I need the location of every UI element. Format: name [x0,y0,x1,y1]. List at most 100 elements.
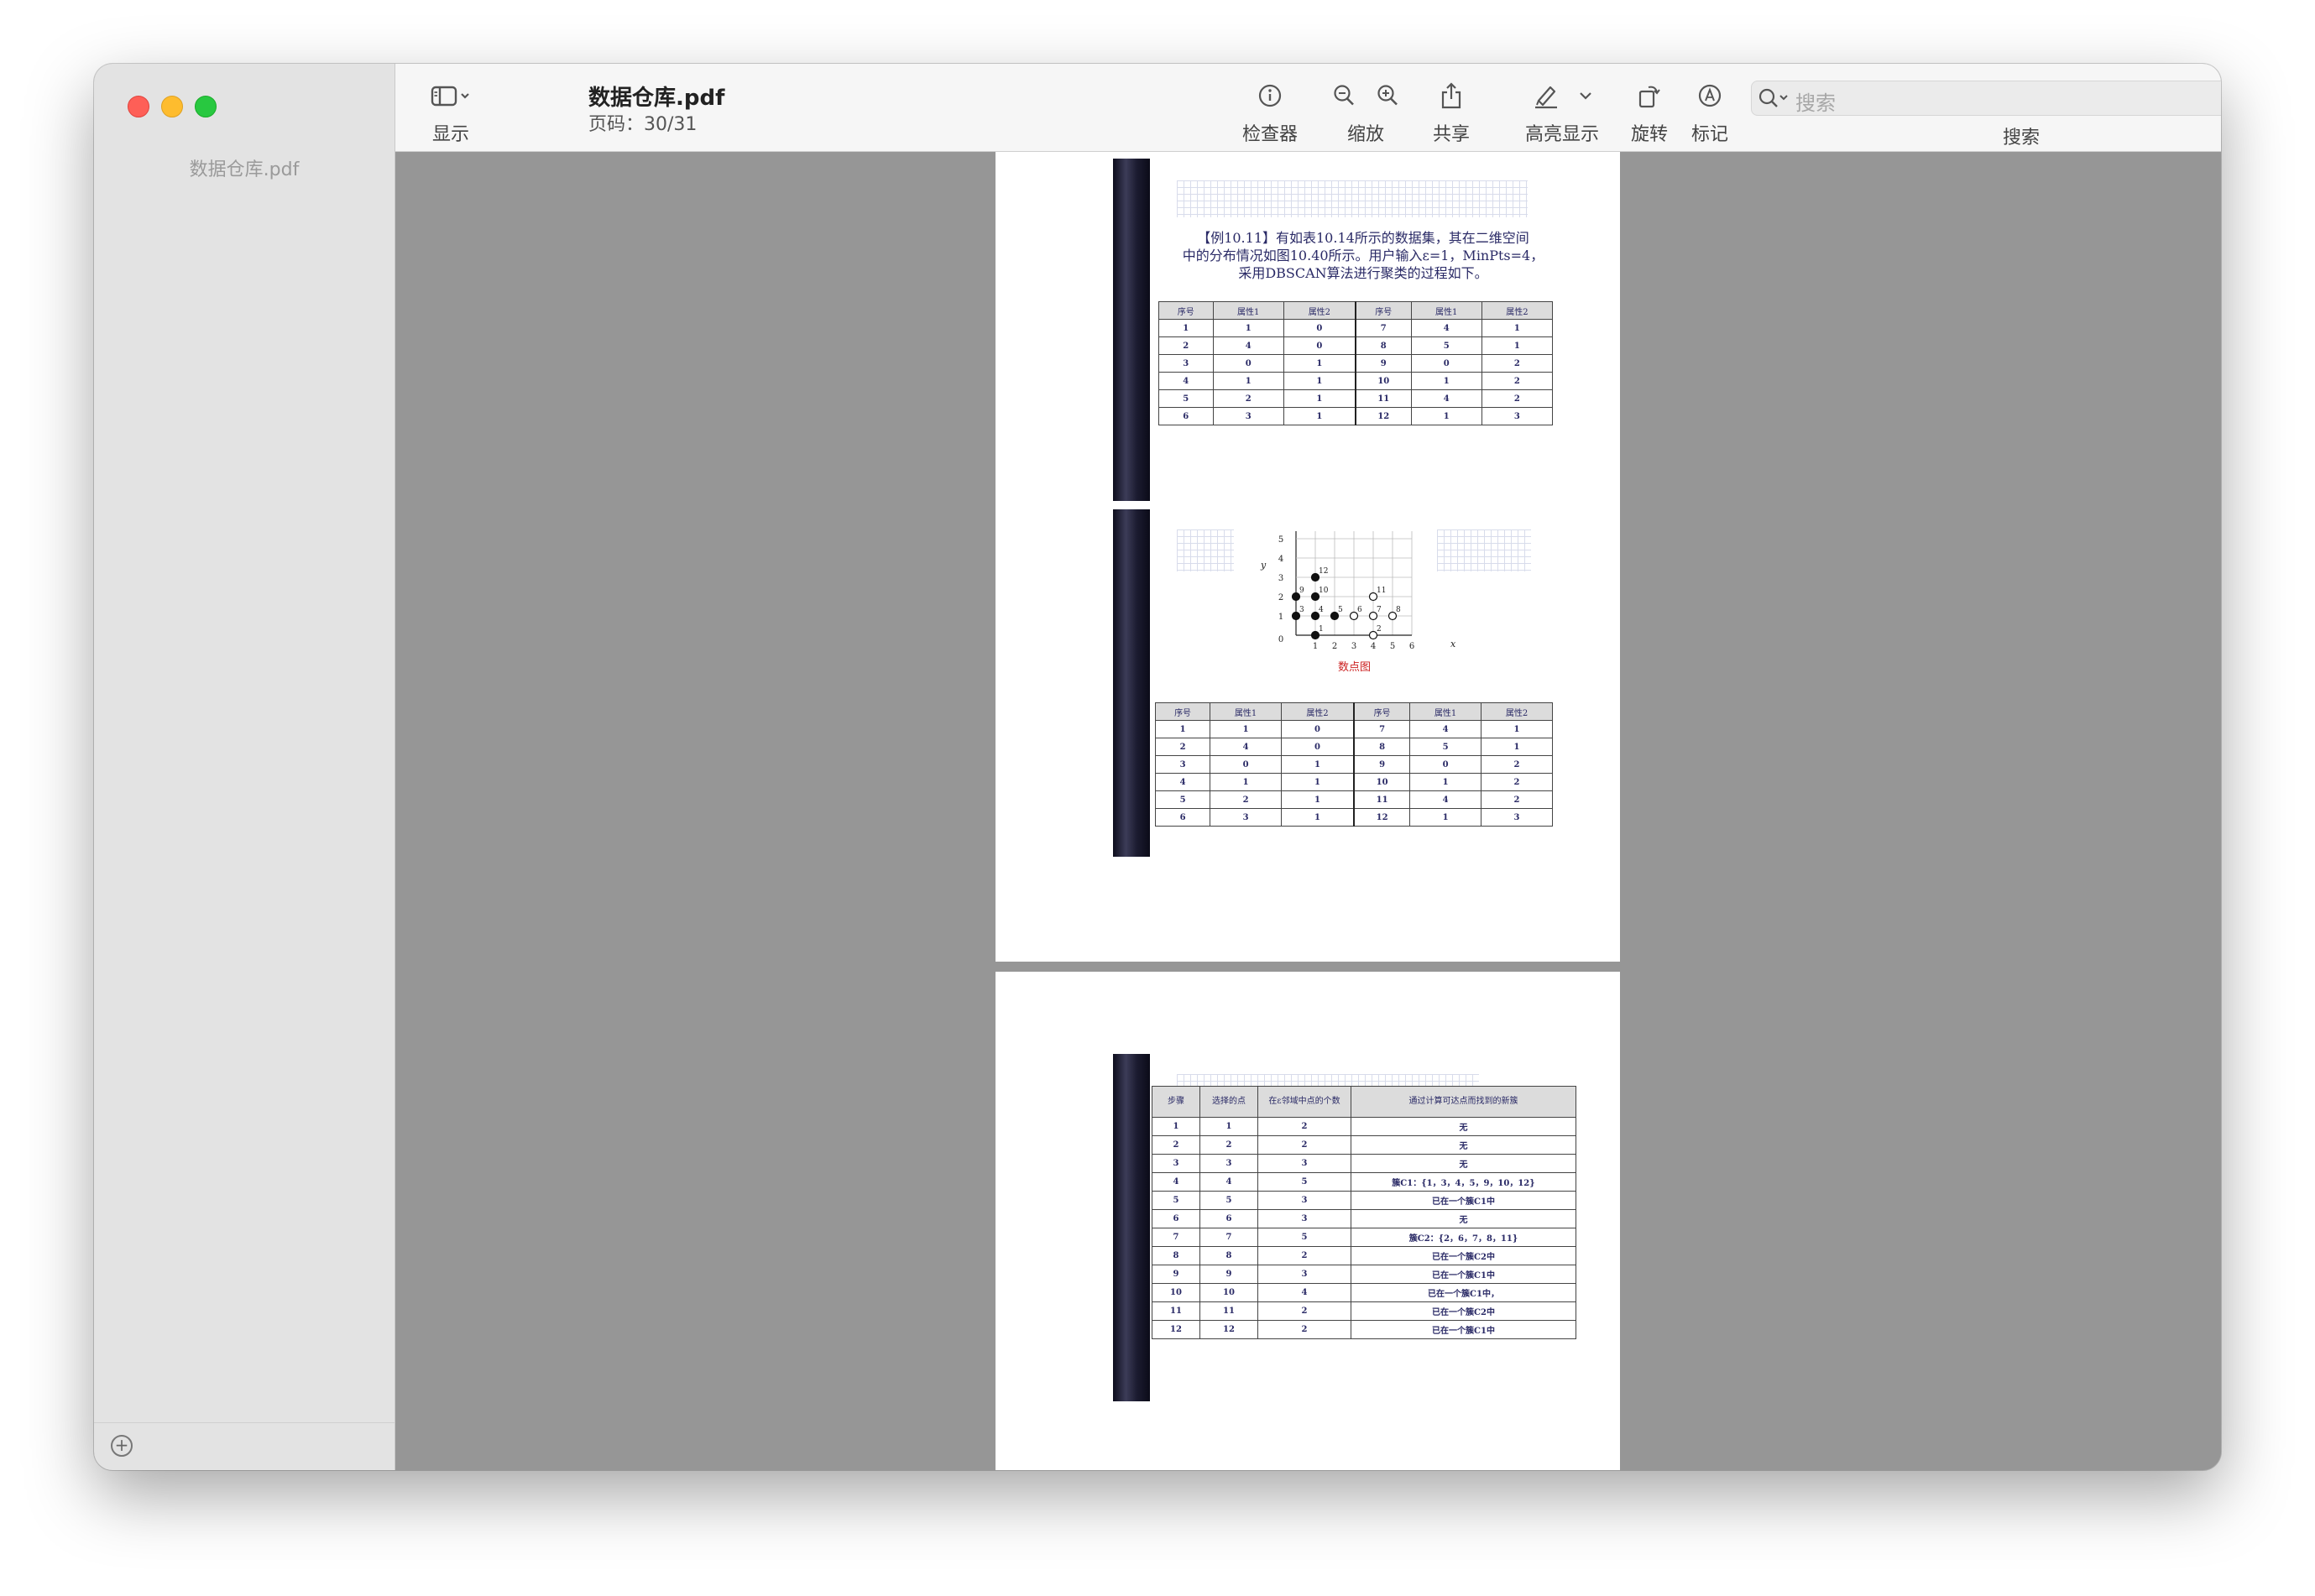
table-cell: 4 [1158,372,1214,390]
table-cell: 6 [1199,1209,1258,1228]
table-cell: 1 [1210,720,1283,738]
table-row: 1 1 0 7 4 1 [1158,319,1554,337]
highlight-label: 高亮显示 [1524,124,1599,145]
table-cell: 6 [1154,808,1211,827]
table-cell: 无 [1351,1209,1576,1228]
view-button[interactable]: 显示 [421,81,481,146]
table-cell: 11 [1199,1301,1258,1321]
chart-caption: 数点图 [1338,661,1371,672]
search-placeholder: 搜索 [1795,91,1836,115]
table-header: 属性1 [1212,301,1284,320]
table-cell: 2 [1257,1320,1351,1339]
table-row: 2 2 2 无 [1152,1135,1576,1155]
table-cell: 已在一个簇C1中， [1351,1283,1576,1302]
table-cell: 3 [1199,1154,1258,1173]
view-label: 显示 [431,124,469,145]
dataset-table: 序号 属性1 属性2 序号 属性1 属性2 1 1 0 7 4 1 2 4 0 … [1154,702,1553,827]
close-button[interactable] [128,96,149,117]
table-header: 步骤 [1152,1086,1200,1118]
table-cell: 4 [1152,1172,1200,1192]
table-cell: 9 [1152,1265,1200,1284]
x-tick-label: 3 [1351,642,1356,651]
page-indicator: 页码：30/31 [588,114,698,135]
table-header: 序号 [1352,702,1411,721]
sidebar-file-item[interactable]: 数据仓库.pdf [94,154,395,181]
y-tick-label: 4 [1278,555,1283,564]
steps-table: 步骤 选择的点 在ε邻域中点的个数 通过计算可达点而找到的新簇 1 1 2 无 … [1152,1086,1576,1339]
markup-button[interactable]: 标记 [1685,81,1735,146]
zoom-out-icon[interactable] [1332,83,1356,108]
binder-strip [1113,159,1150,501]
table-header: 属性1 [1210,702,1283,721]
table-cell: 1 [1199,1117,1258,1136]
table-header: 属性1 [1409,702,1482,721]
table-row: 12 12 2 已在一个簇C1中 [1152,1320,1576,1339]
table-cell: 12 [1354,407,1412,425]
table-cell: 1 [1281,755,1355,774]
table-cell: 6 [1152,1209,1200,1228]
inspector-button[interactable]: 检查器 [1235,81,1305,146]
table-header: 属性2 [1481,702,1553,721]
table-row: 3 0 1 9 0 2 [1154,755,1553,774]
zoom-in-icon[interactable] [1376,83,1399,108]
data-point-label: 10 [1319,587,1329,595]
table-cell: 3 [1158,354,1214,373]
table-cell: 0 [1210,755,1283,774]
table-header: 序号 [1154,702,1211,721]
document-viewer[interactable]: 【例10.11】有如表10.14所示的数据集，其在二维空间 中的分布情况如图10… [395,152,2221,1470]
table-cell: 1 [1158,319,1214,337]
table-header: 序号 [1354,301,1412,320]
table-cell: 5 [1152,1191,1200,1210]
search-field[interactable]: 搜索 [1751,81,2221,116]
markup-icon [1698,84,1722,107]
rotate-button[interactable]: 旋转 [1624,81,1675,146]
table-cell: 无 [1351,1135,1576,1155]
x-tick-label: 0 [1278,635,1283,644]
table-cell: 2 [1152,1135,1200,1155]
table-cell: 2 [1257,1117,1351,1136]
table-header: 属性1 [1410,301,1482,320]
table-cell: 7 [1199,1228,1258,1247]
table-cell: 2 [1481,790,1553,809]
table-cell: 2 [1481,354,1554,373]
table-cell: 9 [1352,755,1411,774]
table-cell: 11 [1354,389,1412,408]
maximize-button[interactable] [195,96,217,117]
data-point-label: 9 [1299,587,1304,595]
table-row: 2 4 0 8 5 1 [1158,336,1554,355]
highlight-button[interactable]: 高亮显示 [1515,81,1609,146]
table-cell: 无 [1351,1117,1576,1136]
chevron-down-icon [461,93,469,99]
table-row: 9 9 3 已在一个簇C1中 [1152,1265,1576,1284]
table-cell: 1 [1212,372,1284,390]
table-cell: 0 [1281,720,1355,738]
table-cell: 2 [1481,372,1554,390]
pdf-page-31: 步骤 选择的点 在ε邻域中点的个数 通过计算可达点而找到的新簇 1 1 2 无 … [996,972,1620,1470]
preview-window: 数据仓库.pdf + 显示 数据仓库.pdf 页码：30/31 检查器 缩放 共… [94,64,2221,1470]
table-cell: 1 [1481,319,1554,337]
x-tick-label: 6 [1409,642,1414,651]
table-header-row: 序号 属性1 属性2 序号 属性1 属性2 [1158,301,1554,320]
y-axis-label: y [1260,560,1267,571]
table-cell: 4 [1257,1283,1351,1302]
zoom-group: 缩放 [1330,81,1401,146]
table-cell: 2 [1212,389,1284,408]
share-button[interactable]: 共享 [1426,81,1476,146]
table-cell: 已在一个簇C1中 [1351,1320,1576,1339]
table-header: 通过计算可达点而找到的新簇 [1351,1086,1576,1118]
table-cell: 4 [1154,773,1211,791]
table-cell: 已在一个簇C2中 [1351,1246,1576,1265]
minimize-button[interactable] [161,96,183,117]
sidebar-toggle-icon [431,86,469,107]
table-cell: 2 [1257,1301,1351,1321]
highlighter-icon [1535,86,1557,109]
table-cell: 3 [1257,1154,1351,1173]
chevron-down-icon[interactable] [1579,91,1592,101]
data-point-label: 12 [1319,567,1328,576]
table-cell: 1 [1283,372,1356,390]
table-cell: 0 [1409,755,1482,774]
table-header-row: 序号 属性1 属性2 序号 属性1 属性2 [1154,702,1553,721]
table-cell: 2 [1481,389,1554,408]
add-icon[interactable]: + [111,1435,133,1457]
scatter-chart: 0123456123456 123456789101112 y x 数点图 [1260,531,1456,672]
